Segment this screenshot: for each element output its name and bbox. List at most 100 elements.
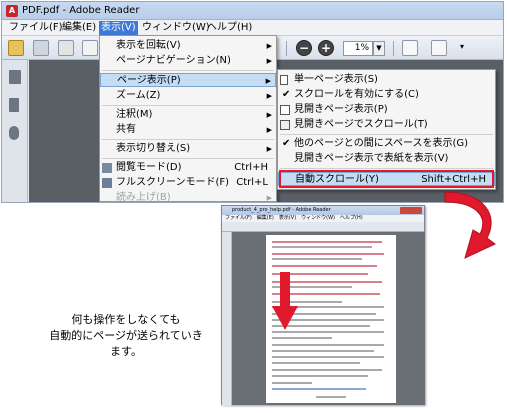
text-line xyxy=(272,331,384,333)
checkmark-icon: ✔ xyxy=(282,89,291,100)
menu-view[interactable]: 表示(V) xyxy=(99,21,138,35)
menu-item-show-gaps[interactable]: ✔ 他のページとの間にスペースを表示(G) xyxy=(278,137,495,151)
menu-help[interactable]: ヘルプ(H) xyxy=(205,21,254,35)
menu-item-zoom[interactable]: ズーム(Z) ▶ xyxy=(100,89,276,103)
toolbar-separator xyxy=(393,41,394,56)
submenu-arrow-icon: ▶ xyxy=(266,57,272,65)
menu-item-label: 見開きページ表示で表紙を表示(V) xyxy=(294,153,449,164)
menu-item-two-page-scrolling[interactable]: 見開きページでスクロール(T) xyxy=(278,118,495,132)
menu-item-show-cover-page[interactable]: 見開きページ表示で表紙を表示(V) xyxy=(278,152,495,166)
callout-text: 何も操作をしなくても 自動的にページが送られていきます。 xyxy=(46,312,206,360)
menu-item-label: 注釈(M) xyxy=(116,109,153,120)
checkmark-icon: ✔ xyxy=(282,138,291,149)
fullscreen-icon[interactable] xyxy=(431,40,447,56)
menu-window[interactable]: ウィンドウ(W) xyxy=(140,21,212,35)
text-line xyxy=(272,258,362,260)
fit-page-icon[interactable] xyxy=(402,40,418,56)
text-line xyxy=(272,253,384,255)
menu-item-full-screen[interactable]: フルスクリーンモード(F) Ctrl+L xyxy=(100,176,276,190)
text-line xyxy=(272,337,332,339)
menu-item-shortcut: Ctrl+H xyxy=(234,162,268,173)
toolbar-separator xyxy=(286,41,287,56)
down-arrow-icon xyxy=(272,272,298,330)
submenu-arrow-icon: ▶ xyxy=(266,145,272,153)
email-icon[interactable] xyxy=(82,40,98,56)
text-line xyxy=(272,356,384,358)
menu-item-two-page[interactable]: 見開きページ表示(P) xyxy=(278,103,495,117)
menu-file[interactable]: ファイル(F) xyxy=(7,21,65,35)
adobe-reader-icon: A xyxy=(6,5,18,17)
preview-title-bar: product_4_pro_help.pdf - Adobe Reader xyxy=(222,206,424,215)
navigation-panel xyxy=(2,60,28,202)
text-line xyxy=(272,362,360,364)
two-page-icon xyxy=(280,105,290,115)
single-page-icon xyxy=(280,75,288,85)
menu-item-shortcut: Ctrl+L xyxy=(236,177,268,188)
text-line xyxy=(272,382,312,384)
bookmark-icon[interactable] xyxy=(9,98,19,112)
preview-navigation-panel xyxy=(222,232,232,406)
pages-icon[interactable] xyxy=(9,70,21,84)
menu-item-label: 表示切り替え(S) xyxy=(116,143,191,154)
menu-item-comments[interactable]: 注釈(M) ▶ xyxy=(100,108,276,122)
preview-document-area xyxy=(232,232,425,405)
attachment-icon[interactable] xyxy=(9,126,19,140)
menu-separator xyxy=(102,158,274,159)
text-line xyxy=(272,265,377,267)
text-line xyxy=(272,388,366,390)
menu-item-single-page[interactable]: 単一ページ表示(S) xyxy=(278,73,495,87)
menu-item-label: 共有 xyxy=(116,124,136,135)
zoom-in-icon[interactable]: + xyxy=(318,40,334,56)
open-folder-icon[interactable] xyxy=(8,40,24,56)
page-display-submenu: 単一ページ表示(S) ✔ スクロールを有効にする(C) 見開きページ表示(P) … xyxy=(277,69,496,190)
text-line xyxy=(316,396,346,398)
menu-separator xyxy=(102,139,274,140)
menu-item-label: 単一ページ表示(S) xyxy=(294,74,378,85)
text-line xyxy=(272,241,382,243)
menu-item-rotate-view[interactable]: 表示を回転(V) ▶ xyxy=(100,39,276,53)
preview-toolbar xyxy=(222,222,424,232)
menu-item-toggle-view[interactable]: 表示切り替え(S) ▶ xyxy=(100,142,276,156)
menu-item-label: 見開きページでスクロール(T) xyxy=(294,119,428,130)
menu-item-page-navigation[interactable]: ページナビゲーション(N) ▶ xyxy=(100,54,276,68)
text-line xyxy=(272,344,384,346)
menu-item-label: 閲覧モード(D) xyxy=(116,162,182,173)
menu-item-reading-mode[interactable]: 閲覧モード(D) Ctrl+H xyxy=(100,161,276,175)
menu-separator xyxy=(102,70,274,71)
submenu-arrow-icon: ▶ xyxy=(266,194,272,202)
menu-item-label: フルスクリーンモード(F) xyxy=(116,177,230,188)
text-line xyxy=(272,246,372,248)
menu-separator xyxy=(102,105,274,106)
save-icon[interactable] xyxy=(33,40,49,56)
auto-scroll-preview: product_4_pro_help.pdf - Adobe Reader ファ… xyxy=(221,205,425,406)
submenu-arrow-icon: ▶ xyxy=(266,92,272,100)
zoom-out-icon[interactable]: − xyxy=(296,40,312,56)
menu-edit[interactable]: 編集(E) xyxy=(60,21,98,35)
main-window: A PDF.pdf - Adobe Reader ファイル(F) 編集(E) 表… xyxy=(1,1,504,203)
callout-line-1: 何も操作をしなくても xyxy=(71,313,181,326)
two-page-scroll-icon xyxy=(280,120,290,130)
toolbar-more-icon[interactable]: ▾ xyxy=(460,42,464,51)
menu-item-label: 他のページとの間にスペースを表示(G) xyxy=(294,138,469,149)
full-screen-icon xyxy=(102,178,112,188)
print-icon[interactable] xyxy=(58,40,74,56)
reading-mode-icon xyxy=(102,163,112,173)
zoom-dropdown-icon[interactable]: ▼ xyxy=(373,41,385,56)
menu-item-enable-scrolling[interactable]: ✔ スクロールを有効にする(C) xyxy=(278,88,495,102)
menu-item-label: スクロールを有効にする(C) xyxy=(294,89,419,100)
callout-line-2: 自動的にページが送られていきます。 xyxy=(49,329,203,358)
preview-title: product_4_pro_help.pdf - Adobe Reader xyxy=(232,207,331,213)
text-line xyxy=(272,350,374,352)
menu-item-page-display[interactable]: ページ表示(P) ▶ xyxy=(100,73,276,87)
menu-item-label: 読み上げ(B) xyxy=(116,192,171,203)
submenu-arrow-icon: ▶ xyxy=(266,42,272,50)
menu-item-label: 表示を回転(V) xyxy=(116,40,181,51)
menu-item-label: ページナビゲーション(N) xyxy=(116,55,231,66)
menu-separator xyxy=(280,168,493,169)
menu-bar: ファイル(F) 編集(E) 表示(V) ウィンドウ(W) ヘルプ(H) xyxy=(2,20,503,36)
menu-item-share[interactable]: 共有 ▶ xyxy=(100,123,276,137)
text-line xyxy=(272,375,368,377)
menu-item-label: 見開きページ表示(P) xyxy=(294,104,388,115)
submenu-arrow-icon: ▶ xyxy=(266,126,272,134)
zoom-input[interactable]: 1% xyxy=(343,41,373,56)
